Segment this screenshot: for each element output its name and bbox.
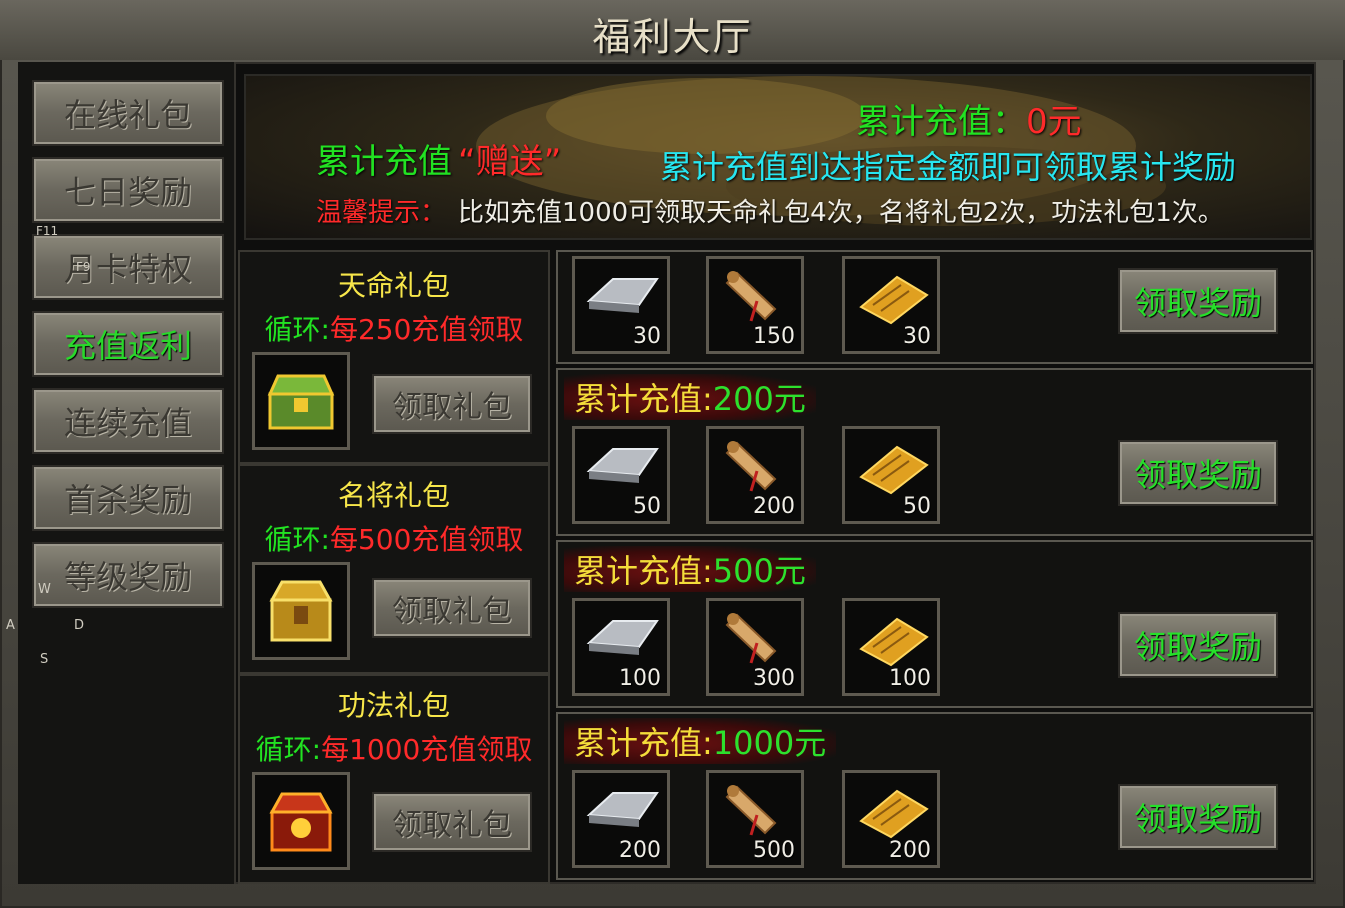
virtual-joystick[interactable]: W A S D [6, 574, 102, 674]
slogan-recharge: 累计充值 [316, 142, 452, 182]
claim-gift-label: 领取礼包 [392, 390, 512, 425]
claim-gift-button[interactable]: 领取礼包 [372, 374, 532, 434]
item-count: 200 [889, 838, 931, 863]
gift-packages: 天命礼包 循环:每250充值领取 领取礼包 名将礼包 循环:每500充值领取 领… [238, 250, 550, 884]
scroll-icon: 300 [706, 598, 804, 696]
item-count: 300 [753, 666, 795, 691]
silver-ingot-icon: 200 [572, 770, 670, 868]
item-count: 150 [753, 324, 795, 349]
nav-label: 在线礼包 [63, 96, 192, 134]
gift-name: 功法礼包 [337, 689, 450, 722]
gold-scroll-icon: 200 [842, 770, 940, 868]
joystick-w: W [38, 582, 51, 597]
tier-title-label: 累计充值: [574, 552, 713, 590]
cycle-label: 循环: [255, 733, 322, 766]
item-count: 200 [753, 494, 795, 519]
gift-gongfa: 功法礼包 循环:每1000充值领取 领取礼包 [238, 674, 550, 884]
gift-name: 天命礼包 [337, 269, 450, 302]
cycle-value: 每250充值领取 [329, 313, 524, 346]
gift-name: 名将礼包 [337, 479, 450, 512]
total-recharge-label: 累计充值： [856, 102, 1026, 142]
claim-reward-button[interactable]: 领取奖励 [1118, 440, 1278, 506]
tier-title: 累计充值:500元 [564, 546, 816, 592]
banner-info: 累计充值到达指定金额即可领取累计奖励 [660, 148, 1237, 186]
silver-ingot-icon: 50 [572, 426, 670, 524]
gold-scroll-icon: 100 [842, 598, 940, 696]
gift-cycle: 循环:每500充值领取 [240, 518, 548, 558]
tier-title-label: 累计充值: [574, 724, 713, 762]
reward-tier-4: 累计充值:1000元 200 500 200 领取奖励 [556, 712, 1313, 880]
tip-text: 比如充值1000可领取天命礼包4次，名将礼包2次，功法礼包1次。 [458, 198, 1224, 228]
tier-title-label: 累计充值: [574, 380, 713, 418]
sidebar: 在线礼包 七日奖励 月卡特权 充值返利 连续充值 首杀奖励 等级奖励 F11 F… [18, 62, 236, 884]
nav-label: 七日奖励 [63, 173, 192, 211]
claim-reward-label: 领取奖励 [1133, 456, 1262, 494]
gift-mingjiang: 名将礼包 循环:每500充值领取 领取礼包 [238, 464, 550, 674]
claim-gift-button[interactable]: 领取礼包 [372, 578, 532, 638]
claim-reward-label: 领取奖励 [1133, 800, 1262, 838]
nav-first-kill-reward[interactable]: 首杀奖励 [32, 465, 224, 531]
joystick-d: D [74, 618, 85, 633]
reward-tier-1: 30 150 30 领取奖励 [556, 250, 1313, 364]
title-bar: 福利大厅 [0, 0, 1345, 60]
nav-seven-day-reward[interactable]: 七日奖励 [32, 157, 224, 223]
item-count: 500 [753, 838, 795, 863]
gift-tianming: 天命礼包 循环:每250充值领取 领取礼包 [238, 250, 550, 464]
scroll-icon: 150 [706, 256, 804, 354]
tier-title: 累计充值:200元 [564, 374, 816, 420]
item-count: 100 [889, 666, 931, 691]
total-recharge-value: 0元 [1026, 102, 1082, 142]
scroll-icon: 200 [706, 426, 804, 524]
item-count: 30 [633, 324, 661, 349]
hotkey-f9: F9 [76, 260, 91, 274]
slogan-gift: “赠送” [458, 142, 562, 182]
claim-gift-button[interactable]: 领取礼包 [372, 792, 532, 852]
tip-label: 温馨提示： [316, 198, 447, 228]
silver-ingot-icon: 100 [572, 598, 670, 696]
window-title: 福利大厅 [592, 15, 753, 59]
scroll-icon: 500 [706, 770, 804, 868]
joystick-s: S [40, 652, 49, 667]
nav-label: 连续充值 [63, 404, 192, 442]
claim-gift-label: 领取礼包 [392, 808, 512, 843]
promo-banner: 累计充值： 0元 累计充值 “赠送” 累计充值到达指定金额即可领取累计奖励 温馨… [244, 74, 1312, 240]
cycle-value: 每500充值领取 [329, 523, 524, 556]
claim-reward-button[interactable]: 领取奖励 [1118, 268, 1278, 334]
item-count: 50 [903, 494, 931, 519]
silver-ingot-icon: 30 [572, 256, 670, 354]
claim-reward-button[interactable]: 领取奖励 [1118, 784, 1278, 850]
gold-scroll-icon: 30 [842, 256, 940, 354]
tier-title-value: 500元 [712, 552, 806, 590]
item-count: 50 [633, 494, 661, 519]
cycle-value: 每1000充值领取 [321, 733, 533, 766]
nav-label: 充值返利 [63, 327, 192, 365]
hotkey-f11: F11 [36, 224, 59, 238]
claim-reward-label: 领取奖励 [1133, 628, 1262, 666]
joystick-a: A [6, 618, 15, 633]
fire-chest-icon [252, 772, 350, 870]
nav-recharge-rebate[interactable]: 充值返利 [32, 311, 224, 377]
gift-cycle: 循环:每250充值领取 [240, 308, 548, 348]
claim-reward-button[interactable]: 领取奖励 [1118, 612, 1278, 678]
claim-reward-label: 领取奖励 [1133, 284, 1262, 322]
item-count: 30 [903, 324, 931, 349]
claim-gift-label: 领取礼包 [392, 594, 512, 629]
cycle-label: 循环: [264, 313, 330, 346]
gold-chest-icon [252, 562, 350, 660]
nav-label: 首杀奖励 [63, 481, 192, 519]
tier-title-value: 1000元 [712, 724, 827, 762]
nav-monthly-card[interactable]: 月卡特权 [32, 234, 224, 300]
tier-title-value: 200元 [712, 380, 806, 418]
reward-tier-3: 累计充值:500元 100 300 100 领取奖励 [556, 540, 1313, 708]
item-count: 200 [619, 838, 661, 863]
tier-title: 累计充值:1000元 [564, 718, 837, 764]
reward-tier-2: 累计充值:200元 50 200 50 领取奖励 [556, 368, 1313, 536]
cycle-label: 循环: [264, 523, 330, 556]
nav-continuous-recharge[interactable]: 连续充值 [32, 388, 224, 454]
item-count: 100 [619, 666, 661, 691]
gift-cycle: 循环:每1000充值领取 [240, 728, 548, 768]
jade-chest-icon [252, 352, 350, 450]
gold-scroll-icon: 50 [842, 426, 940, 524]
nav-online-gift[interactable]: 在线礼包 [32, 80, 224, 146]
